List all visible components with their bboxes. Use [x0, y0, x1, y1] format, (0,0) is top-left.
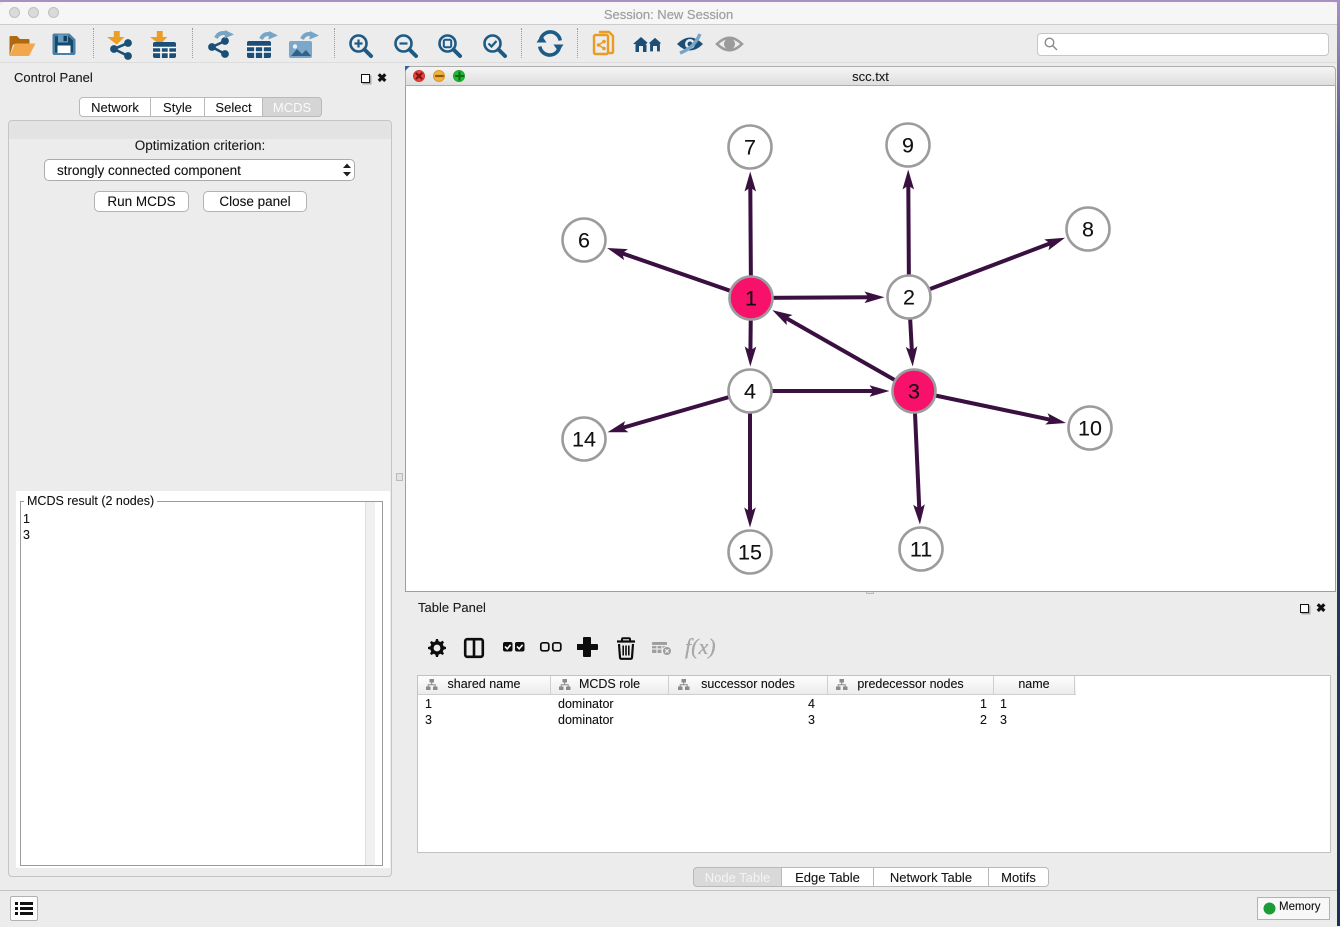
svg-text:10: 10 [1078, 417, 1102, 441]
svg-text:3: 3 [908, 380, 920, 404]
svg-text:9: 9 [902, 134, 914, 158]
svg-text:14: 14 [572, 428, 596, 452]
svg-text:7: 7 [744, 136, 756, 160]
svg-text:11: 11 [910, 538, 932, 562]
svg-text:2: 2 [903, 286, 915, 310]
svg-text:4: 4 [744, 380, 756, 404]
svg-text:15: 15 [738, 541, 762, 565]
svg-text:1: 1 [745, 287, 757, 311]
svg-text:8: 8 [1082, 218, 1094, 242]
svg-text:f(x): f(x) [685, 634, 716, 659]
svg-text:6: 6 [578, 229, 590, 253]
